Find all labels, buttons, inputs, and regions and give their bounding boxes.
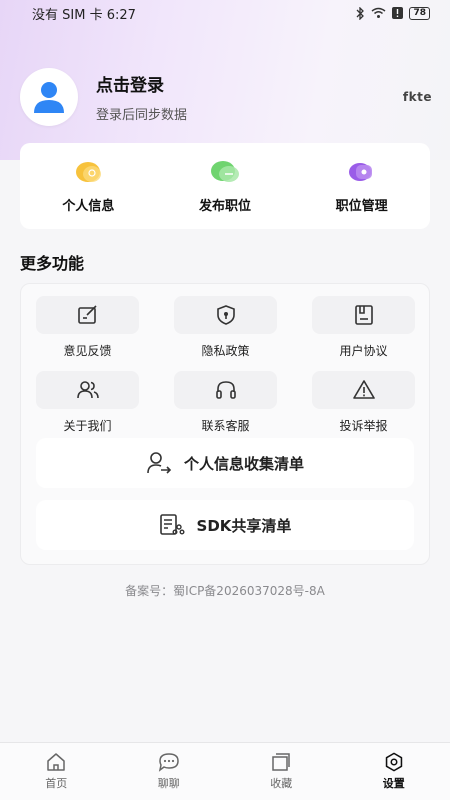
more-features-card: 意见反馈 隐私政策 用户协议 关于我们 联系客服 投诉举报 个人信息收集清单 S… <box>20 283 430 565</box>
tab-settings[interactable]: 设置 <box>338 743 450 800</box>
quick-action-job-manage[interactable]: 职位管理 <box>293 143 430 229</box>
document-share-icon <box>159 514 185 535</box>
status-text: 没有 SIM 卡 6:27 <box>32 7 136 23</box>
quick-action-label: 职位管理 <box>335 198 388 214</box>
quick-action-personal-info[interactable]: 个人信息 <box>20 143 157 229</box>
tab-label: 聊聊 <box>157 777 180 790</box>
profile-text: 点击登录 登录后同步数据 <box>96 71 403 123</box>
login-title[interactable]: 点击登录 <box>96 71 403 96</box>
icp-record-text: 备案号：蜀ICP备2026037028号-8A <box>125 584 325 598</box>
feature-label: 隐私政策 <box>201 344 250 358</box>
more-features-title: 更多功能 <box>20 254 85 273</box>
warning-icon <box>352 380 375 399</box>
feature-complaint-report[interactable]: 投诉举报 <box>312 371 415 434</box>
feature-icon-box <box>36 296 139 334</box>
feature-about-us[interactable]: 关于我们 <box>36 371 139 434</box>
feature-icon-box <box>312 371 415 409</box>
tab-label: 首页 <box>45 777 68 790</box>
battery-indicator: 78 <box>409 6 430 20</box>
login-subtitle: 登录后同步数据 <box>96 108 188 123</box>
feature-icon-box <box>174 371 277 409</box>
status-bar: 没有 SIM 卡 6:27 78 <box>0 0 450 26</box>
personal-info-list-button[interactable]: 个人信息收集清单 <box>36 438 414 488</box>
feature-contact-support[interactable]: 联系客服 <box>174 371 277 434</box>
quick-action-label: 发布职位 <box>199 198 252 214</box>
agreement-icon <box>354 305 373 325</box>
quick-action-label: 个人信息 <box>62 198 115 214</box>
job-manage-icon <box>348 162 372 181</box>
settings-icon <box>385 752 402 772</box>
chat-icon <box>158 753 179 772</box>
privacy-shield-icon <box>216 305 235 325</box>
personal-info-icon <box>76 161 102 182</box>
feature-label: 关于我们 <box>63 419 112 433</box>
user-avatar-icon <box>34 82 64 113</box>
brand-label: fkte <box>402 90 432 104</box>
tab-chat[interactable]: 聊聊 <box>113 743 226 800</box>
feature-label: 用户协议 <box>339 344 388 358</box>
home-icon <box>47 753 65 771</box>
bluetooth-icon <box>357 6 365 20</box>
profile-header[interactable]: 点击登录 登录后同步数据 fkte <box>20 68 432 126</box>
feedback-icon <box>77 305 97 324</box>
favorites-icon <box>272 753 290 771</box>
tab-label: 设置 <box>382 777 405 790</box>
feature-icon-box <box>174 296 277 334</box>
feature-feedback[interactable]: 意见反馈 <box>36 296 139 359</box>
feature-label: 联系客服 <box>201 419 250 433</box>
quick-action-post-job[interactable]: 发布职位 <box>157 143 294 229</box>
feature-user-agreement[interactable]: 用户协议 <box>312 296 415 359</box>
tab-label: 收藏 <box>270 777 293 790</box>
alert-icon <box>392 7 404 19</box>
tab-home[interactable]: 首页 <box>0 743 113 800</box>
post-job-icon <box>211 160 239 182</box>
quick-actions-card: 个人信息 发布职位 职位管理 <box>20 143 430 229</box>
bottom-tab-bar: 首页 聊聊 收藏 设置 <box>0 742 450 800</box>
sdk-share-list-label: SDK共享清单 <box>196 516 292 535</box>
user-export-icon <box>147 452 172 474</box>
feature-label: 意见反馈 <box>63 344 112 358</box>
feature-icon-box <box>312 296 415 334</box>
wifi-icon <box>372 7 386 18</box>
feature-label: 投诉举报 <box>339 419 388 433</box>
sdk-share-list-button[interactable]: SDK共享清单 <box>36 500 414 550</box>
personal-info-list-label: 个人信息收集清单 <box>183 454 304 473</box>
feature-privacy-policy[interactable]: 隐私政策 <box>174 296 277 359</box>
status-icons: 78 <box>355 6 430 20</box>
avatar[interactable] <box>20 68 78 126</box>
features-grid: 意见反馈 隐私政策 用户协议 关于我们 联系客服 投诉举报 <box>36 296 416 434</box>
feature-icon-box <box>36 371 139 409</box>
tab-favorites[interactable]: 收藏 <box>225 743 338 800</box>
about-users-icon <box>76 381 99 399</box>
headset-icon <box>215 381 236 399</box>
